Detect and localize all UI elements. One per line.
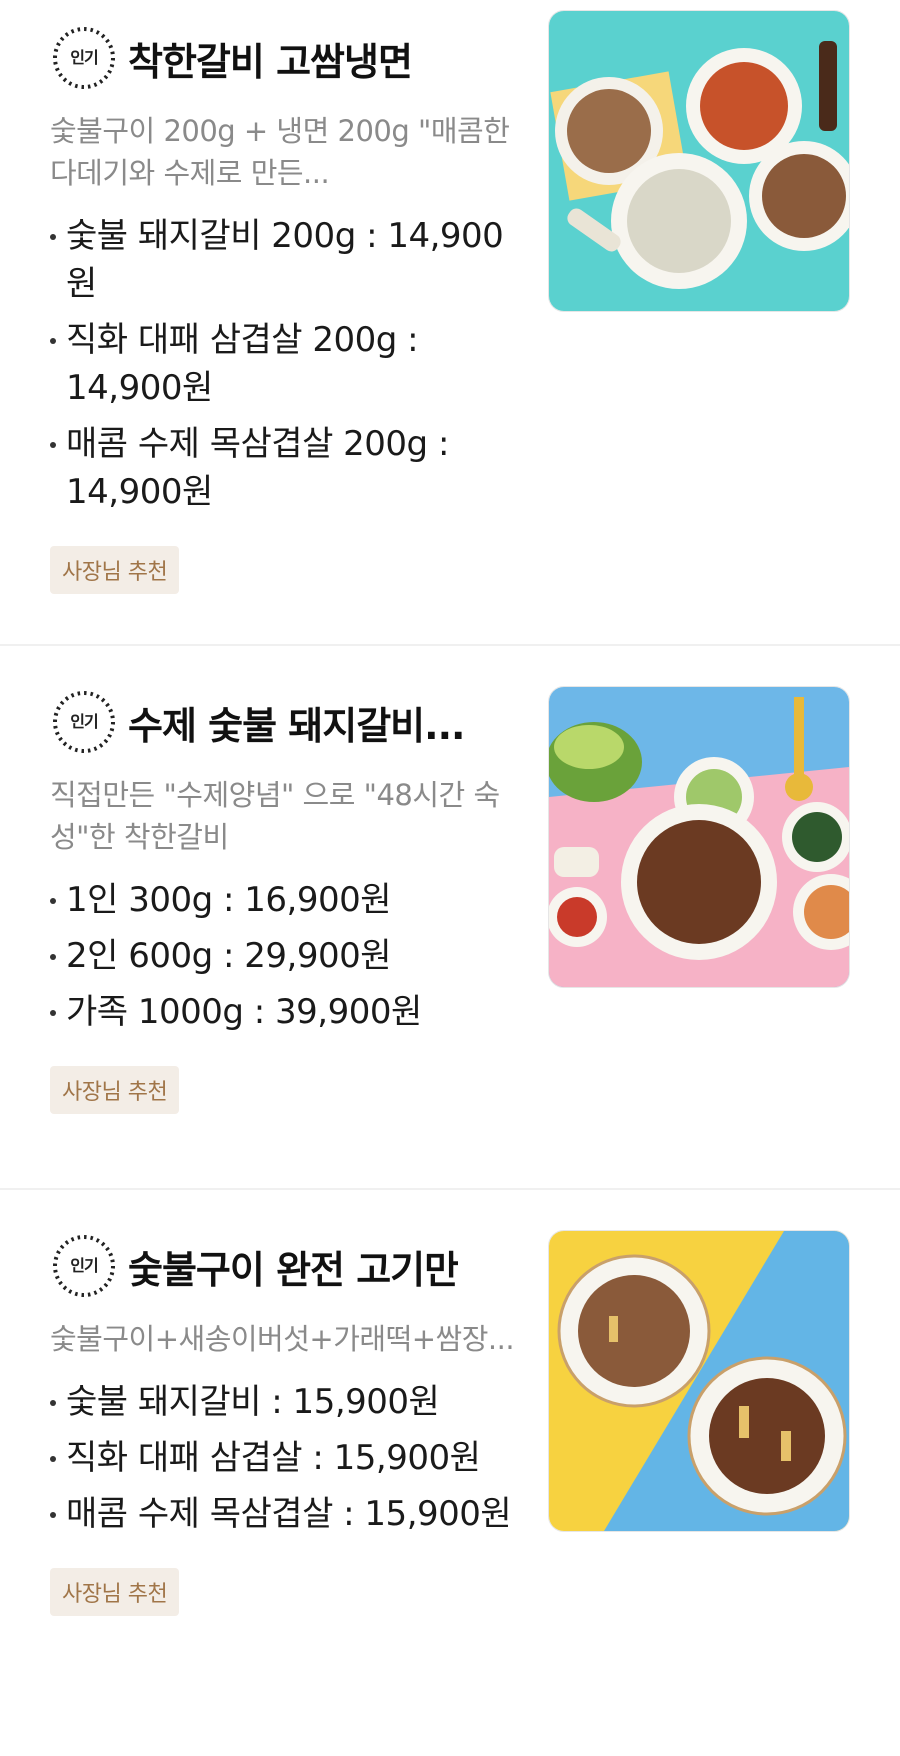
badge-label: 인기 [70, 48, 98, 67]
menu-item-info: 인기 착한갈비 고쌈냉면 숯불구이 200g + 냉면 200g "매콤한 다데… [50, 22, 530, 594]
menu-item[interactable]: 인기 수제 숯불 돼지갈비... 직접만든 "수제양념" 으로 "48시간 숙성… [0, 646, 900, 1188]
meat-plates-photo-icon [549, 1231, 849, 1531]
popular-badge: 인기 [50, 688, 118, 756]
title-row: 인기 착한갈비 고쌈냉면 [50, 22, 530, 94]
badge-label: 인기 [70, 712, 98, 731]
price-option: 매콤 수제 목삼겹살 : 15,900원 [50, 1490, 530, 1538]
popular-badge: 인기 [50, 24, 118, 92]
price-option: 직화 대패 삼겹살 200g : 14,900원 [50, 316, 530, 412]
menu-title: 숯불구이 완전 고기만 [128, 1247, 459, 1292]
menu-description: 직접만든 "수제양념" 으로 "48시간 숙성"한 착한갈비 [50, 778, 500, 854]
menu-title: 착한갈비 고쌈냉면 [128, 39, 412, 84]
menu-item-info: 인기 숯불구이 완전 고기만 숯불구이+새송이버섯+가래떡+쌈장... 숯불 돼… [50, 1230, 530, 1616]
popular-badge: 인기 [50, 1232, 118, 1300]
menu-description: 숯불구이+새송이버섯+가래떡+쌈장... [50, 1322, 515, 1356]
price-list: 1인 300g : 16,900원 2인 600g : 29,900원 가족 1… [50, 876, 530, 1036]
price-option: 1인 300g : 16,900원 [50, 876, 530, 924]
title-row: 인기 수제 숯불 돼지갈비... [50, 686, 530, 758]
title-row: 인기 숯불구이 완전 고기만 [50, 1230, 530, 1302]
menu-item-info: 인기 수제 숯불 돼지갈비... 직접만든 "수제양념" 으로 "48시간 숙성… [50, 686, 530, 1114]
price-option: 가족 1000g : 39,900원 [50, 988, 530, 1036]
menu-description: 숯불구이 200g + 냉면 200g "매콤한 다데기와 수제로 만든... [50, 114, 510, 190]
price-list: 숯불 돼지갈비 : 15,900원 직화 대패 삼겹살 : 15,900원 매콤… [50, 1378, 530, 1538]
price-option: 숯불 돼지갈비 : 15,900원 [50, 1378, 530, 1426]
galbi-table-photo-icon [549, 687, 849, 987]
menu-item[interactable]: 인기 착한갈비 고쌈냉면 숯불구이 200g + 냉면 200g "매콤한 다데… [0, 0, 900, 644]
menu-photo[interactable] [548, 1230, 850, 1532]
owner-recommend-tag: 사장님 추천 [50, 1568, 180, 1616]
badge-label: 인기 [70, 1256, 98, 1275]
menu-title: 수제 숯불 돼지갈비... [128, 703, 465, 748]
naengmyeon-set-photo-icon [549, 11, 849, 311]
owner-recommend-tag: 사장님 추천 [50, 1066, 180, 1114]
menu-photo[interactable] [548, 686, 850, 988]
price-option: 2인 600g : 29,900원 [50, 932, 530, 980]
price-list: 숯불 돼지갈비 200g : 14,900원 직화 대패 삼겹살 200g : … [50, 212, 530, 516]
price-option: 매콤 수제 목삼겹살 200g : 14,900원 [50, 420, 530, 516]
price-option: 직화 대패 삼겹살 : 15,900원 [50, 1434, 530, 1482]
menu-photo[interactable] [548, 10, 850, 312]
owner-recommend-tag: 사장님 추천 [50, 546, 180, 594]
menu-item[interactable]: 인기 숯불구이 완전 고기만 숯불구이+새송이버섯+가래떡+쌈장... 숯불 돼… [0, 1190, 900, 1756]
price-option: 숯불 돼지갈비 200g : 14,900원 [50, 212, 530, 308]
